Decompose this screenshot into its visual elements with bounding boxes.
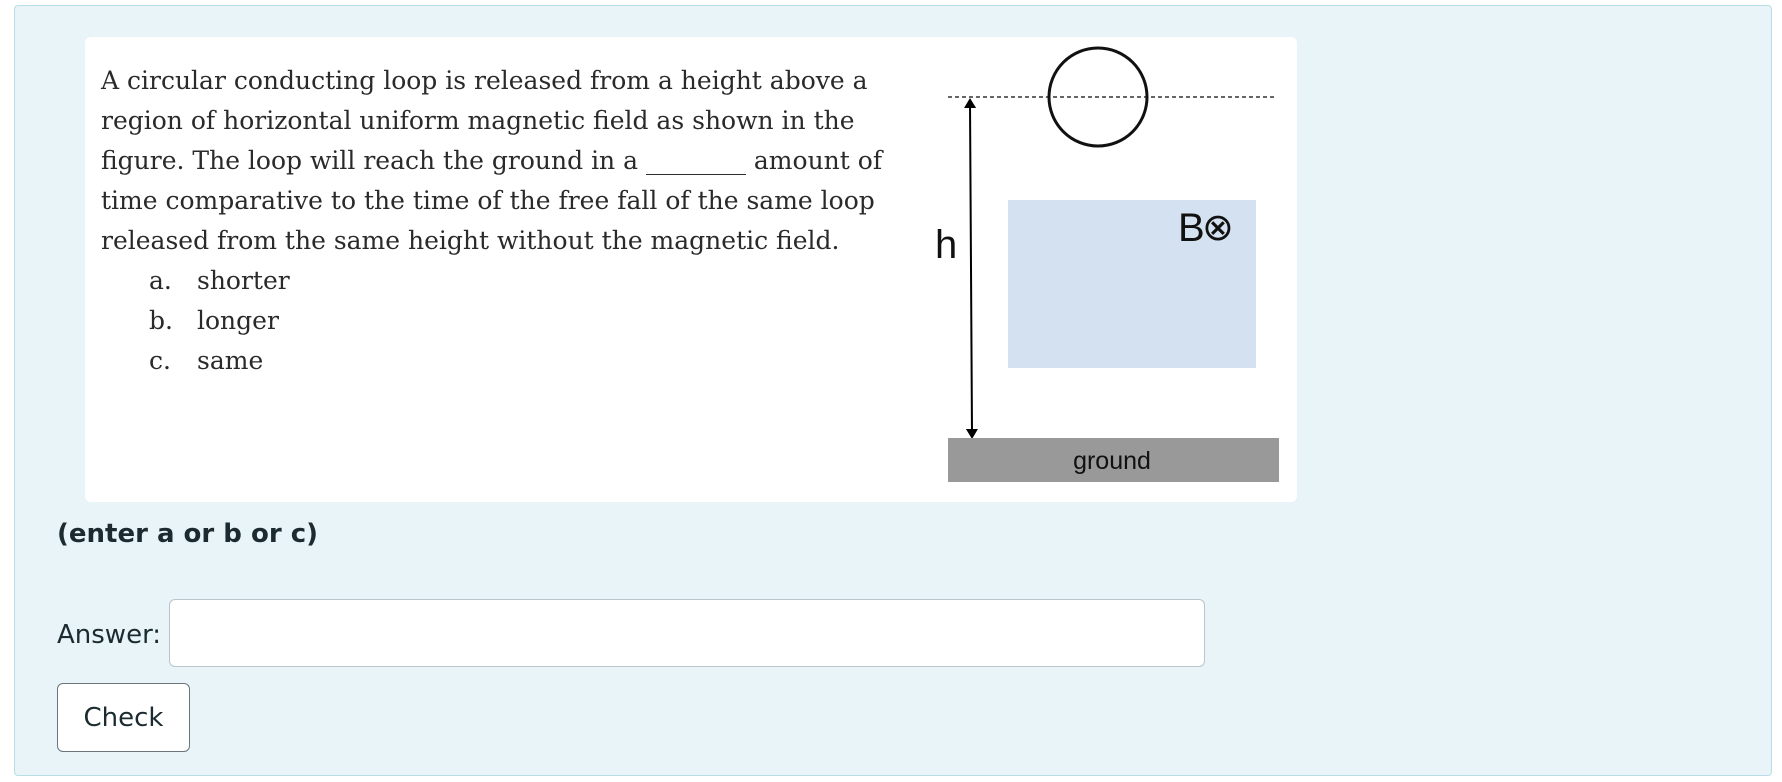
ground-label: ground — [1073, 447, 1151, 475]
question-panel: A circular conducting loop is released f… — [14, 5, 1772, 776]
question-card: A circular conducting loop is released f… — [85, 37, 1297, 502]
check-button[interactable]: Check — [57, 683, 190, 752]
answer-label: Answer: — [57, 620, 162, 650]
field-label: B — [1178, 206, 1205, 250]
physics-figure: B ⊗ h ground — [935, 46, 1279, 482]
height-arrow — [964, 98, 978, 439]
answer-input[interactable] — [169, 599, 1205, 667]
field-into-page-icon: ⊗ — [1202, 205, 1234, 249]
height-label: h — [935, 223, 957, 267]
instruction-text: (enter a or b or c) — [57, 519, 318, 549]
